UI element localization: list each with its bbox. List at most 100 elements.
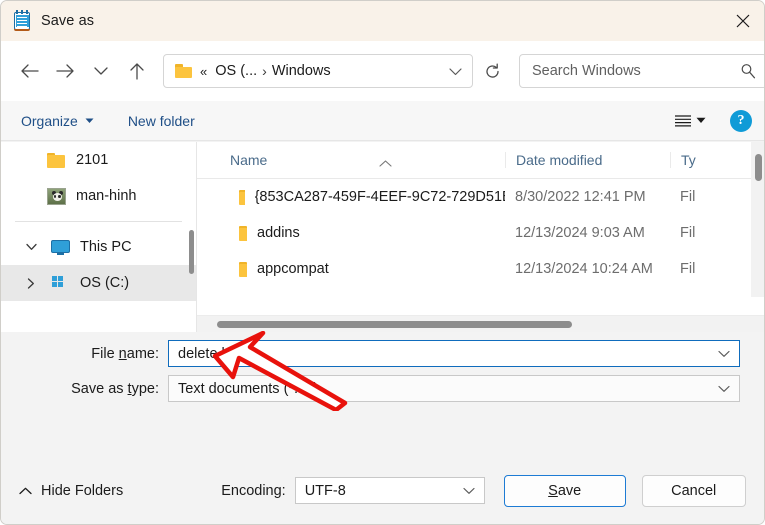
sidebar-divider — [15, 221, 182, 222]
breadcrumb-separator: › — [262, 63, 267, 79]
title-bar: Save as — [1, 1, 764, 41]
column-header-date-modified[interactable]: Date modified — [505, 152, 670, 168]
search-icon[interactable] — [740, 63, 756, 79]
cancel-label: Cancel — [671, 482, 717, 499]
label-part: File — [91, 345, 119, 362]
sidebar-item-label: 2101 — [76, 152, 109, 168]
file-name-cell: {853CA287-459F-4EEF-9C72-729D51BA8… — [197, 189, 505, 205]
recent-locations-chevron-down-icon[interactable] — [83, 53, 119, 89]
file-type-cell: Fil — [680, 189, 696, 205]
chevron-down-icon[interactable] — [463, 487, 475, 495]
organize-label: Organize — [21, 112, 78, 129]
sidebar-scrollbar-thumb[interactable] — [189, 230, 194, 274]
address-bar[interactable]: « OS (... › Windows — [163, 54, 473, 88]
navigation-pane: 2101 man-hinh This PC OS (C:) — [1, 142, 196, 332]
encoding-label: Encoding: — [221, 482, 286, 499]
column-label: Ty — [681, 152, 696, 168]
breadcrumb-overflow[interactable]: « — [200, 64, 207, 79]
breadcrumb-folder-icon — [175, 64, 192, 78]
back-icon[interactable] — [11, 53, 47, 89]
hide-folders-label: Hide Folders — [41, 482, 124, 499]
folder-icon — [45, 150, 67, 170]
sidebar-item-label: This PC — [80, 239, 132, 255]
file-name-label: addins — [257, 225, 300, 241]
horizontal-scrollbar-thumb[interactable] — [217, 321, 572, 328]
refresh-icon[interactable] — [475, 54, 509, 88]
address-chevron-down-icon[interactable] — [449, 67, 462, 76]
encoding-select[interactable]: UTF-8 — [294, 477, 485, 504]
up-icon[interactable] — [119, 53, 155, 89]
file-name-cell: appcompat — [197, 261, 505, 277]
breadcrumb-item-windows[interactable]: Windows — [272, 63, 331, 79]
column-header-type[interactable]: Ty — [670, 152, 730, 168]
save-as-type-select[interactable]: Text documents (*.txt) — [168, 375, 740, 402]
file-type-cell: Fil — [680, 225, 696, 241]
file-name-input[interactable]: delete.bat — [168, 340, 740, 367]
horizontal-scrollbar[interactable] — [197, 315, 764, 332]
search-placeholder: Search Windows — [532, 63, 641, 79]
view-caret-down-icon[interactable] — [696, 117, 706, 124]
browser-body: 2101 man-hinh This PC OS (C:) Name Date … — [1, 142, 764, 416]
label-mnemonic: n — [118, 345, 127, 362]
new-folder-button[interactable]: New folder — [128, 113, 195, 129]
label-part: ame: — [126, 345, 159, 362]
search-input[interactable]: Search Windows — [519, 54, 764, 88]
window-title: Save as — [41, 13, 95, 29]
chevron-down-icon[interactable] — [718, 385, 730, 393]
file-name-label: {853CA287-459F-4EEF-9C72-729D51BA8… — [254, 189, 505, 205]
chevron-down-icon[interactable] — [718, 350, 730, 358]
monitor-icon — [49, 237, 71, 257]
chevron-down-icon[interactable] — [21, 243, 41, 251]
table-row[interactable]: {853CA287-459F-4EEF-9C72-729D51BA8… 8/30… — [197, 179, 764, 215]
save-button[interactable]: Save — [503, 474, 626, 507]
sidebar-item-os-c[interactable]: OS (C:) — [1, 265, 196, 301]
file-list-pane: Name Date modified Ty {853CA287-459F-4EE… — [196, 142, 764, 332]
toolbar-right-group: ? — [674, 109, 752, 132]
drive-icon — [49, 273, 71, 293]
sidebar-item-label: man-hinh — [76, 188, 137, 204]
table-row[interactable]: addins 12/13/2024 9:03 AM Fil — [197, 215, 764, 251]
breadcrumb-item-os[interactable]: OS (... — [215, 63, 257, 79]
help-label: ? — [737, 112, 745, 128]
command-toolbar: Organize New folder ? — [1, 101, 764, 141]
new-folder-label: New folder — [127, 112, 195, 129]
save-as-type-row: Save as type: Text documents (*.txt) — [1, 375, 764, 402]
close-icon[interactable] — [720, 1, 764, 41]
vertical-scrollbar[interactable] — [751, 142, 764, 297]
encoding-value: UTF-8 — [304, 482, 346, 499]
organize-button[interactable]: Organize — [21, 113, 94, 129]
cancel-button[interactable]: Cancel — [641, 474, 746, 507]
column-headers: Name Date modified Ty — [197, 142, 764, 179]
file-date-cell: 12/13/2024 9:03 AM — [515, 225, 645, 241]
list-view-icon[interactable] — [674, 114, 692, 128]
folder-icon — [229, 261, 247, 277]
notepad-icon — [13, 10, 31, 31]
chevron-right-icon[interactable] — [21, 277, 41, 289]
sort-caret-up-icon — [379, 154, 392, 170]
table-row[interactable]: appcompat 12/13/2024 10:24 AM Fil — [197, 251, 764, 287]
caret-up-icon — [19, 487, 32, 495]
sidebar-item-man-hinh[interactable]: man-hinh — [1, 178, 196, 214]
file-name-label: appcompat — [257, 261, 329, 277]
save-as-dialog: Save as « OS (... › Windows Search Windo… — [0, 0, 765, 525]
column-header-name[interactable]: Name — [197, 152, 505, 168]
sidebar-item-this-pc[interactable]: This PC — [1, 229, 196, 265]
sidebar-item-2101[interactable]: 2101 — [1, 142, 196, 178]
column-label: Date modified — [516, 152, 603, 168]
sidebar-item-label: OS (C:) — [80, 275, 130, 291]
dialog-footer: Hide Folders Encoding: UTF-8 Save Cancel — [1, 456, 764, 524]
folder-icon — [229, 225, 247, 241]
folder-icon — [229, 189, 245, 205]
forward-icon[interactable] — [47, 53, 83, 89]
vertical-scrollbar-thumb[interactable] — [755, 154, 762, 181]
navigation-bar: « OS (... › Windows Search Windows — [1, 41, 764, 101]
hide-folders-button[interactable]: Hide Folders — [19, 483, 123, 499]
save-form: File name: delete.bat Save as type: Text… — [1, 332, 764, 456]
file-name-label: File name: — [1, 346, 168, 362]
file-name-value: delete.bat — [178, 345, 242, 362]
label-part: ave — [557, 482, 582, 499]
save-as-type-value: Text documents (*.txt) — [178, 380, 319, 397]
file-date-cell: 8/30/2022 12:41 PM — [515, 189, 646, 205]
label-mnemonic: S — [548, 482, 558, 499]
help-icon[interactable]: ? — [730, 109, 752, 132]
